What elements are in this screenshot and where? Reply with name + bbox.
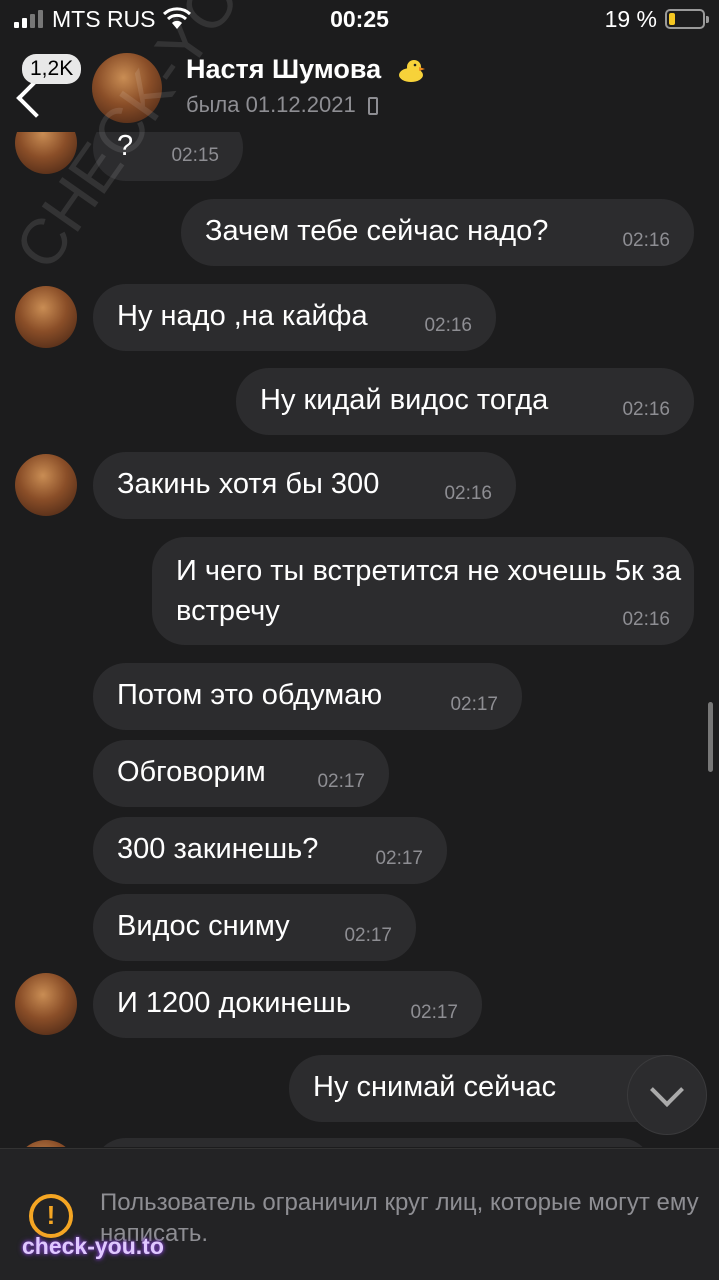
message-time: 02:16 xyxy=(622,609,670,630)
message-time: 02:15 xyxy=(171,145,219,166)
battery-level-fill xyxy=(669,13,675,25)
back-chevron-icon xyxy=(16,78,56,118)
contact-avatar[interactable] xyxy=(92,53,162,123)
message-text: 300 закинешь? xyxy=(117,833,319,865)
message-bubble-incoming[interactable]: Видос сниму 02:17 xyxy=(93,894,416,961)
message-text: Видос сниму xyxy=(117,910,290,942)
message-time: 02:16 xyxy=(622,399,670,420)
message-time: 02:16 xyxy=(622,230,670,251)
battery-icon xyxy=(665,9,709,29)
message-list[interactable]: ? 02:15 Зачем тебе сейчас надо? 02:16 Ну… xyxy=(0,132,719,1147)
message-time: 02:17 xyxy=(375,848,423,869)
message-time: 02:17 xyxy=(344,925,392,946)
battery-percent: 19 % xyxy=(604,6,657,32)
message-text: Ну кидай видос тогда xyxy=(260,384,549,416)
sender-avatar[interactable] xyxy=(15,286,77,348)
message-text: Обговорим xyxy=(117,756,266,788)
restriction-notice: ! Пользователь ограничил круг лиц, котор… xyxy=(0,1148,719,1280)
sender-avatar[interactable] xyxy=(15,1140,77,1147)
chevron-down-icon xyxy=(650,1073,684,1107)
unread-count-badge[interactable]: 1,2K xyxy=(22,54,82,84)
contact-name: Настя Шумова xyxy=(186,54,382,84)
message-bubble-outgoing[interactable]: Зачем тебе сейчас надо? 02:16 xyxy=(181,199,694,266)
sender-avatar[interactable] xyxy=(15,454,77,516)
message-time: 02:17 xyxy=(317,771,365,792)
contact-name-row[interactable]: Настя Шумова xyxy=(186,54,425,85)
watermark-link: check-you.to xyxy=(22,1233,164,1259)
last-seen-row: была 01.12.2021 xyxy=(186,92,378,118)
message-bubble-incoming[interactable]: Потом это обдумаю 02:17 xyxy=(93,663,522,730)
message-time: 02:17 xyxy=(410,1002,458,1023)
sender-avatar[interactable] xyxy=(15,132,77,174)
message-text: И чего ты встретится не хочешь 5к за вст… xyxy=(176,555,682,627)
sender-avatar[interactable] xyxy=(15,973,77,1035)
message-text: Ну снимай сейчас xyxy=(313,1071,557,1103)
message-bubble-incoming[interactable] xyxy=(93,1138,653,1147)
status-bar: MTS RUS 00:25 19 % xyxy=(0,0,719,40)
chat-header: 1,2K Настя Шумова была 01.12.2021 xyxy=(0,40,719,132)
last-seen-text: была 01.12.2021 xyxy=(186,92,356,117)
phone-device-icon xyxy=(367,97,378,116)
message-text: ? xyxy=(117,132,134,162)
restriction-text: Пользователь ограничил круг лиц, которые… xyxy=(100,1189,699,1247)
message-bubble-incoming[interactable]: ? 02:15 xyxy=(93,132,243,181)
message-text: Закинь хотя бы 300 xyxy=(117,468,380,500)
message-text: Ну надо ,на кайфа xyxy=(117,300,368,332)
message-text: И 1200 докинешь xyxy=(117,987,351,1019)
message-bubble-incoming[interactable]: Ну надо ,на кайфа 02:16 xyxy=(93,284,496,351)
message-bubble-outgoing[interactable]: И чего ты встретится не хочешь 5к за вст… xyxy=(152,537,694,645)
message-text: Потом это обдумаю xyxy=(117,679,383,711)
warning-icon: ! xyxy=(29,1194,73,1238)
message-bubble-incoming[interactable]: И 1200 докинешь 02:17 xyxy=(93,971,482,1038)
message-text: Зачем тебе сейчас надо? xyxy=(205,215,549,247)
scroll-indicator[interactable] xyxy=(708,702,713,772)
message-time: 02:16 xyxy=(424,315,472,336)
message-bubble-incoming[interactable]: Обговорим 02:17 xyxy=(93,740,389,807)
message-time: 02:16 xyxy=(444,483,492,504)
message-bubble-incoming[interactable]: Закинь хотя бы 300 02:16 xyxy=(93,452,516,519)
message-bubble-incoming[interactable]: 300 закинешь? 02:17 xyxy=(93,817,447,884)
scroll-to-bottom-button[interactable] xyxy=(627,1055,707,1135)
message-bubble-outgoing[interactable]: Ну кидай видос тогда 02:16 xyxy=(236,368,694,435)
duck-emoji-icon xyxy=(398,59,425,82)
message-time: 02:17 xyxy=(450,694,498,715)
